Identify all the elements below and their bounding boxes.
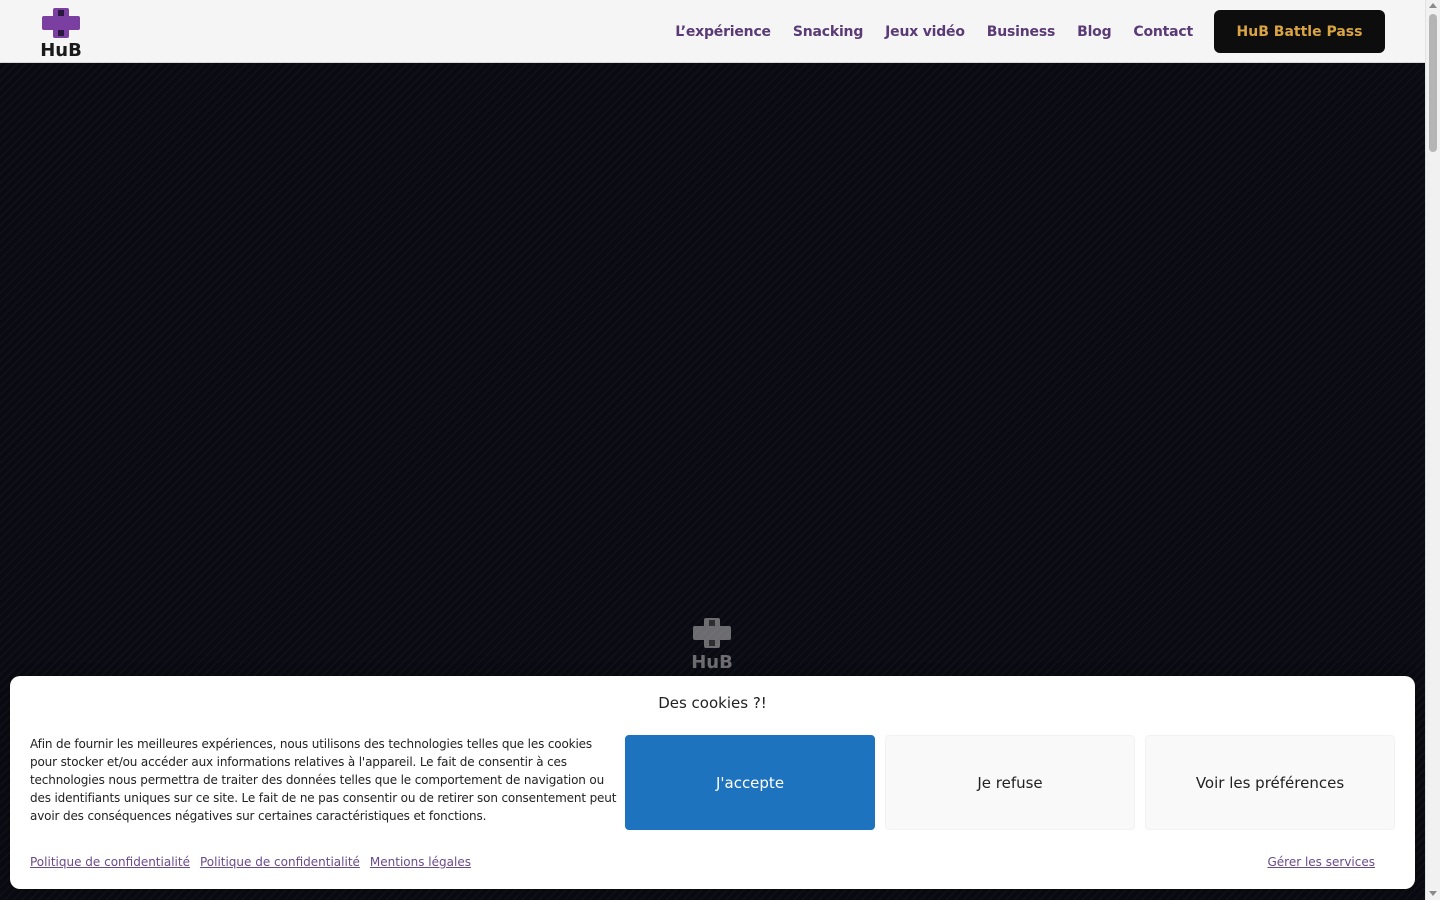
battle-pass-button[interactable]: HuB Battle Pass xyxy=(1214,10,1385,53)
main-nav: L’expérience Snacking Jeux vidéo Busines… xyxy=(675,0,1193,63)
scroll-down-arrow-icon[interactable] xyxy=(1429,891,1437,896)
nav-jeux-video[interactable]: Jeux vidéo xyxy=(885,24,965,40)
accept-button[interactable]: J'accepte xyxy=(625,735,875,830)
page-scrollbar[interactable] xyxy=(1425,0,1440,900)
preferences-button[interactable]: Voir les préférences xyxy=(1145,735,1395,830)
scroll-thumb[interactable] xyxy=(1429,14,1437,152)
gamepad-cross-icon xyxy=(693,618,731,648)
privacy-policy-link-2[interactable]: Politique de confidentialité xyxy=(200,855,360,869)
nav-blog[interactable]: Blog xyxy=(1077,24,1112,40)
scroll-up-arrow-icon[interactable] xyxy=(1429,3,1437,8)
nav-contact[interactable]: Contact xyxy=(1133,24,1193,40)
cookie-title: Des cookies ?! xyxy=(658,694,767,712)
cookie-banner: Des cookies ?! Afin de fournir les meill… xyxy=(10,676,1415,889)
cookie-description: Afin de fournir les meilleures expérienc… xyxy=(30,737,617,823)
nav-business[interactable]: Business xyxy=(987,24,1056,40)
nav-experience[interactable]: L’expérience xyxy=(675,24,771,40)
manage-services-link[interactable]: Gérer les services xyxy=(1267,855,1375,869)
privacy-policy-link[interactable]: Politique de confidentialité xyxy=(30,855,190,869)
hero-logo-text: HuB xyxy=(691,652,733,670)
page: HuB L’expérience Snacking Jeux vidéo Bus… xyxy=(0,0,1440,900)
logo-text: HuB xyxy=(40,40,82,58)
hero-hub-logo: HuB xyxy=(691,618,733,670)
gamepad-cross-icon xyxy=(42,8,80,38)
site-header: HuB L’expérience Snacking Jeux vidéo Bus… xyxy=(0,0,1425,63)
legal-notice-link[interactable]: Mentions légales xyxy=(370,855,471,869)
refuse-button[interactable]: Je refuse xyxy=(885,735,1135,830)
nav-snacking[interactable]: Snacking xyxy=(793,24,863,40)
hub-logo[interactable]: HuB xyxy=(38,6,84,58)
cookie-links: Politique de confidentialité Politique d… xyxy=(30,855,471,869)
